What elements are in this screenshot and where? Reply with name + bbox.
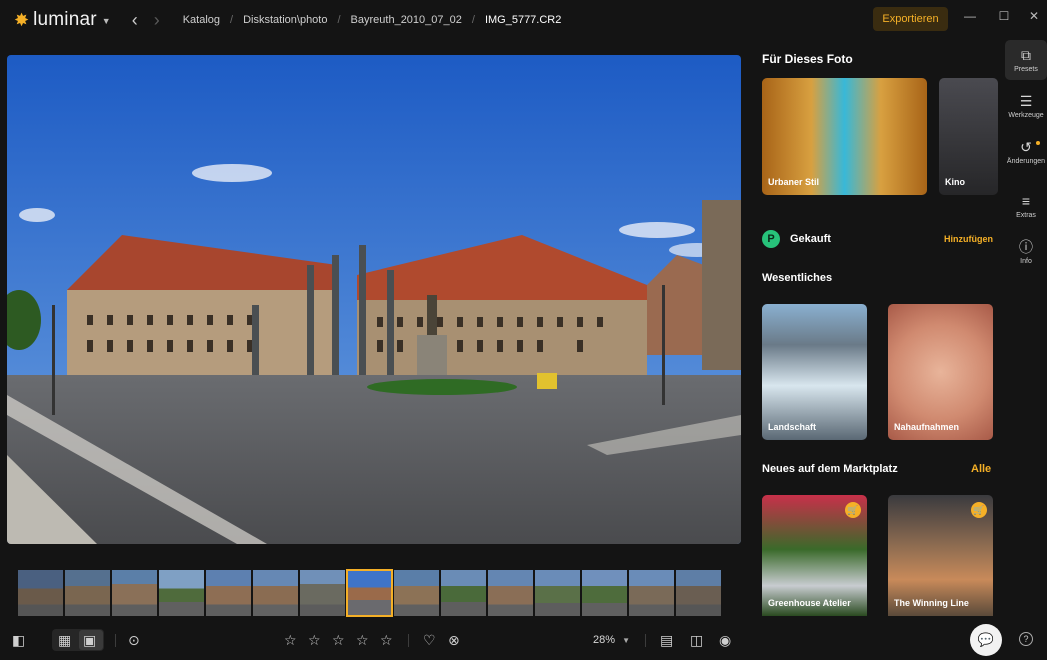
main-photo[interactable]: [7, 55, 741, 544]
chevron-down-icon: ▼: [101, 16, 111, 26]
side-navigation: ⧉ Presets ☰ Werkzeuge ↺ Änderungen ≡ Ext…: [1005, 40, 1047, 600]
filmstrip-thumb[interactable]: [394, 570, 439, 616]
chevron-down-icon: ▼: [622, 636, 631, 645]
cart-icon: 🛒: [845, 502, 861, 518]
preview-eye-icon[interactable]: ◉: [719, 632, 731, 649]
breadcrumb-separator: /: [230, 14, 234, 26]
star-icon[interactable]: ☆: [332, 632, 345, 649]
divider: [115, 634, 116, 647]
essentials-title: Wesentliches: [762, 272, 833, 284]
filmstrip-thumb[interactable]: [253, 570, 298, 616]
nav-extras[interactable]: ≡ Extras: [1005, 186, 1047, 226]
marketplace-card-winning-line[interactable]: 🛒 The Winning Line: [888, 495, 993, 616]
more-options-icon[interactable]: ⊙: [128, 632, 140, 649]
nav-presets[interactable]: ⧉ Presets: [1005, 40, 1047, 80]
filmstrip-thumb[interactable]: [676, 570, 721, 616]
compare-icon[interactable]: ▤: [660, 632, 673, 649]
minimize-icon[interactable]: —: [963, 9, 977, 23]
for-photo-title: Für Dieses Foto: [762, 52, 853, 66]
zoom-value: 28%: [593, 634, 616, 646]
presets-panel: Für Dieses Foto Urbaner Stil Kino P Geka…: [750, 40, 998, 660]
breadcrumb: Katalog / Diskstation\photo / Bayreuth_2…: [183, 14, 562, 26]
nav-label: Werkzeuge: [1008, 111, 1044, 119]
filmstrip-thumb[interactable]: [159, 570, 204, 616]
purchased-label: Gekauft: [790, 233, 831, 245]
before-after-icon[interactable]: ◫: [690, 632, 703, 649]
divider: [408, 634, 409, 647]
grid-view-icon[interactable]: ▦: [58, 632, 71, 649]
nav-label: Info: [1020, 257, 1032, 265]
star-icon[interactable]: ☆: [356, 632, 369, 649]
export-button[interactable]: Exportieren: [873, 7, 948, 31]
filmstrip-thumb-selected[interactable]: [346, 569, 393, 617]
filmstrip-thumb[interactable]: [488, 570, 533, 616]
essentials-label: Nahaufnahmen: [894, 422, 960, 432]
breadcrumb-item-folder[interactable]: Bayreuth_2010_07_02: [351, 14, 462, 26]
breadcrumb-item-source[interactable]: Diskstation\photo: [243, 14, 327, 26]
close-icon[interactable]: ✕: [1027, 9, 1041, 23]
star-icon[interactable]: ☆: [308, 632, 321, 649]
nav-info[interactable]: ⓘ Info: [1005, 232, 1047, 272]
filmstrip-thumb[interactable]: [582, 570, 627, 616]
bottom-toolbar: ◧ ▦ ▣ ⊙ ☆ ☆ ☆ ☆ ☆ ♡ ⊗ 28% ▼ ▤ ◫ ◉: [0, 624, 745, 656]
filmstrip-thumb[interactable]: [112, 570, 157, 616]
single-image-view-icon[interactable]: ▣: [83, 632, 96, 649]
marketplace-all-link[interactable]: Alle: [971, 463, 991, 475]
breadcrumb-separator: /: [337, 14, 341, 26]
marketplace-title: Neues auf dem Marktplatz: [762, 463, 898, 475]
filmstrip-thumb[interactable]: [206, 570, 251, 616]
help-icon[interactable]: ?: [1019, 632, 1033, 646]
marketplace-label: Greenhouse Atelier: [768, 598, 851, 608]
notification-dot: [1036, 141, 1040, 145]
filmstrip-thumb[interactable]: [629, 570, 674, 616]
star-icon[interactable]: ☆: [380, 632, 393, 649]
essentials-label: Landschaft: [768, 422, 817, 432]
divider: [645, 634, 646, 647]
add-purchased-link[interactable]: Hinzufügen: [944, 234, 993, 244]
zoom-level[interactable]: 28% ▼: [593, 634, 630, 646]
reject-icon[interactable]: ⊗: [448, 632, 460, 649]
nav-tools[interactable]: ☰ Werkzeuge: [1005, 86, 1047, 126]
filmstrip: [18, 569, 730, 617]
chat-bubble-icon: 💬: [977, 632, 995, 647]
favorite-heart-icon[interactable]: ♡: [423, 632, 436, 649]
list-icon: ≡: [1021, 192, 1031, 209]
cart-icon: 🛒: [971, 502, 987, 518]
essentials-card-landscape[interactable]: Landschaft: [762, 304, 867, 440]
luminar-star-icon: ✸: [14, 9, 30, 30]
filmstrip-thumb[interactable]: [65, 570, 110, 616]
nav-label: Änderungen: [1006, 157, 1046, 165]
toggle-sidebar-icon[interactable]: ◧: [12, 632, 25, 649]
purchased-icon: P: [762, 230, 780, 248]
nav-label: Extras: [1016, 211, 1036, 219]
presets-icon: ⧉: [1021, 46, 1031, 63]
marketplace-card-greenhouse[interactable]: 🛒 Greenhouse Atelier: [762, 495, 867, 616]
filmstrip-thumb[interactable]: [300, 570, 345, 616]
app-name: luminar: [33, 9, 97, 30]
preset-label: Urbaner Stil: [768, 177, 820, 187]
sliders-icon: ☰: [1019, 92, 1033, 109]
nav-history[interactable]: ↺ Änderungen: [1005, 132, 1047, 172]
breadcrumb-item-file: IMG_5777.CR2: [484, 14, 562, 26]
forward-arrow-icon[interactable]: ›: [151, 10, 163, 31]
info-icon: ⓘ: [1019, 238, 1033, 255]
filmstrip-thumb[interactable]: [441, 570, 486, 616]
breadcrumb-item-catalog[interactable]: Katalog: [183, 14, 220, 26]
nav-label: Presets: [1014, 65, 1038, 73]
app-logo[interactable]: ✸ luminar ▼: [14, 9, 111, 31]
back-arrow-icon[interactable]: ‹: [129, 10, 141, 31]
filmstrip-thumb[interactable]: [535, 570, 580, 616]
preset-card-cinema[interactable]: Kino: [939, 78, 998, 195]
history-icon: ↺: [1020, 138, 1032, 155]
breadcrumb-separator: /: [471, 14, 475, 26]
essentials-card-closeups[interactable]: Nahaufnahmen: [888, 304, 993, 440]
chat-assistant-button[interactable]: 💬: [970, 624, 1002, 656]
preset-label: Kino: [945, 177, 965, 187]
marketplace-label: The Winning Line: [894, 598, 969, 608]
filmstrip-thumb[interactable]: [18, 570, 63, 616]
star-icon[interactable]: ☆: [284, 632, 297, 649]
preset-card-urban[interactable]: Urbaner Stil: [762, 78, 927, 195]
maximize-icon[interactable]: ☐: [997, 9, 1011, 23]
